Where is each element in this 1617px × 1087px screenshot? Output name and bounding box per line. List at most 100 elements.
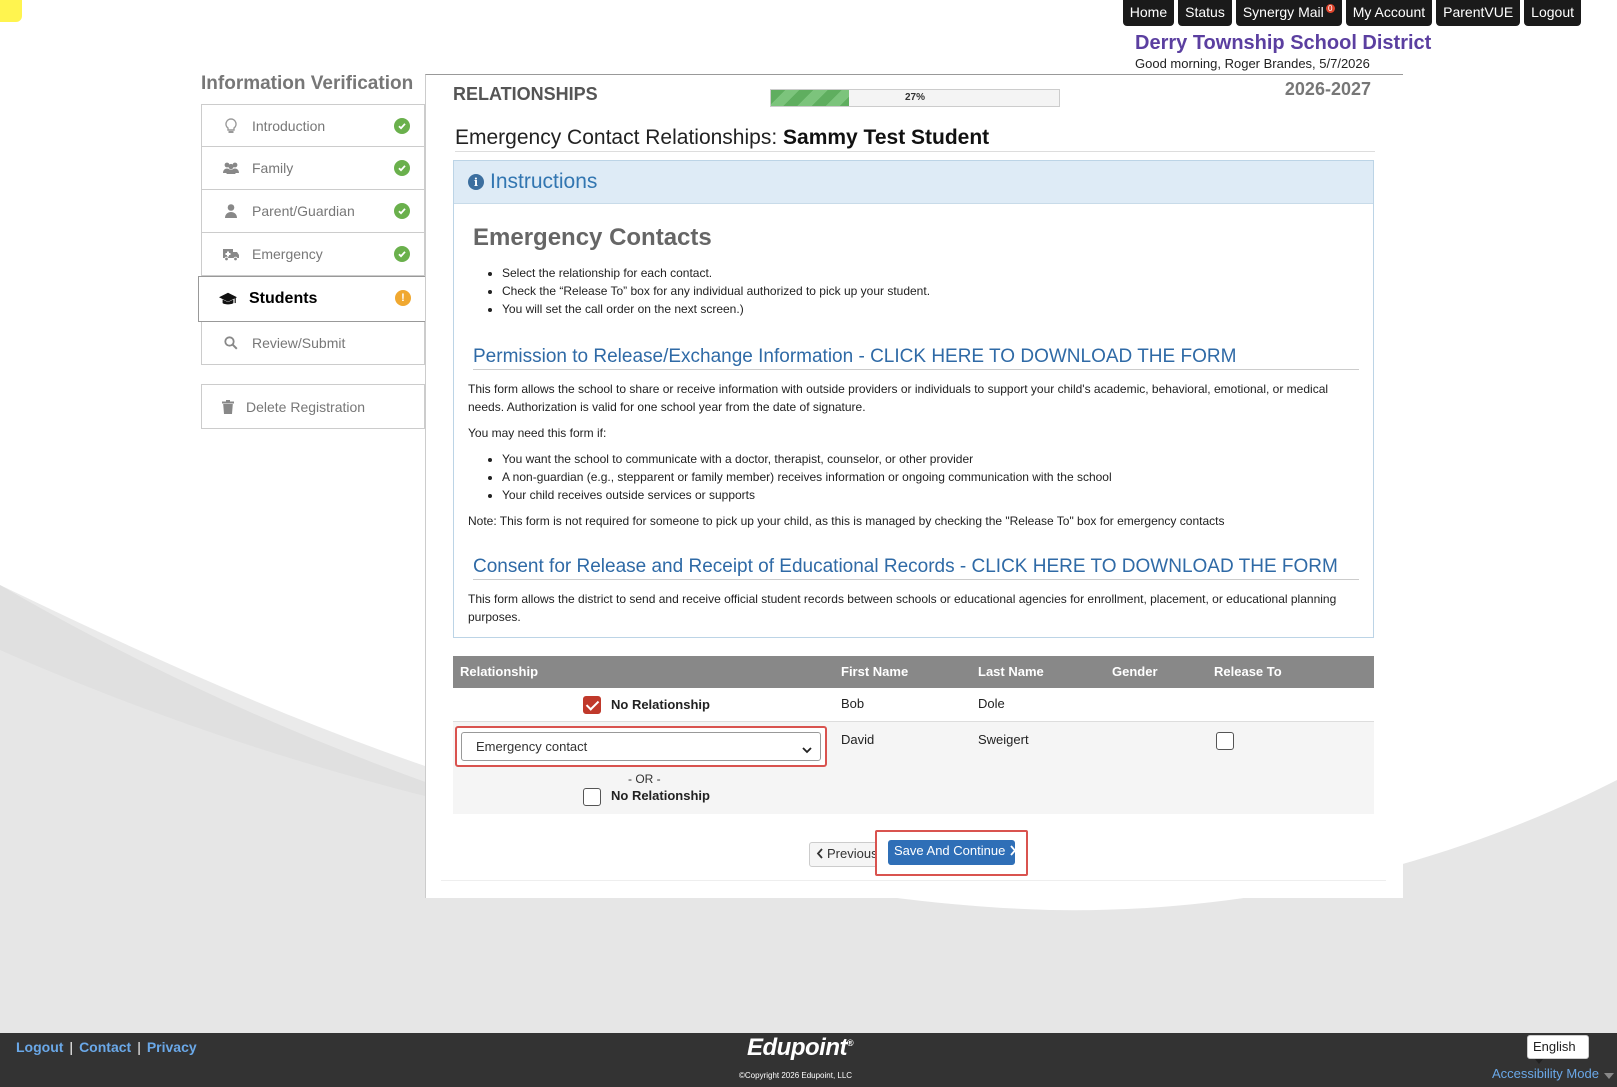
previous-button-label: Previous bbox=[827, 846, 878, 861]
sidebar-item-introduction[interactable]: Introduction bbox=[201, 104, 425, 147]
no-relationship-checkbox[interactable] bbox=[583, 696, 601, 714]
save-and-continue-button[interactable]: Save And Continue bbox=[888, 840, 1017, 865]
warning-icon: ! bbox=[395, 290, 411, 306]
sidebar-item-family[interactable]: Family bbox=[201, 147, 425, 190]
instructions-header-label: Instructions bbox=[490, 170, 598, 193]
column-header-release-to: Release To bbox=[1214, 664, 1282, 679]
ambulance-icon bbox=[222, 245, 240, 263]
list-item: You want the school to communicate with … bbox=[502, 450, 1359, 468]
edupoint-logo: Edupoint® bbox=[747, 1034, 854, 1062]
previous-button[interactable]: Previous bbox=[809, 842, 885, 867]
language-select[interactable]: English bbox=[1527, 1035, 1589, 1064]
table-row: No Relationship Bob Dole bbox=[453, 688, 1374, 722]
nav-parentvue-button[interactable]: ParentVUE bbox=[1436, 0, 1521, 26]
first-name-cell: Bob bbox=[841, 696, 865, 711]
nav-my-account-button[interactable]: My Account bbox=[1345, 0, 1433, 26]
chevron-left-icon bbox=[816, 848, 823, 859]
progress-label: 27% bbox=[904, 92, 925, 103]
save-button-highlight: Save And Continue bbox=[875, 830, 1028, 876]
caret-down-icon bbox=[1535, 1059, 1543, 1064]
relationship-select-highlight: Emergency contact bbox=[455, 726, 827, 767]
sidebar-item-label: Emergency bbox=[252, 246, 323, 262]
footer-logout-link[interactable]: Logout bbox=[16, 1039, 63, 1055]
emergency-contacts-title: Emergency Contacts bbox=[473, 224, 712, 251]
delete-registration-label: Delete Registration bbox=[246, 398, 366, 415]
no-relationship-label: No Relationship bbox=[611, 788, 710, 803]
column-header-first-name: First Name bbox=[841, 664, 909, 679]
list-item: Select the relationship for each contact… bbox=[502, 264, 1359, 282]
sidebar-item-label: Students bbox=[249, 290, 318, 307]
or-separator: - OR - bbox=[628, 772, 661, 786]
delete-registration-button[interactable]: Delete Registration bbox=[201, 384, 425, 429]
chevron-right-icon bbox=[1010, 845, 1017, 856]
sidebar-item-students[interactable]: Students ! bbox=[198, 276, 425, 322]
sidebar-item-label: Parent/Guardian bbox=[252, 203, 355, 219]
need-intro: You may need this form if: bbox=[468, 426, 607, 440]
note-text: Note: This form is not required for some… bbox=[468, 514, 1225, 528]
footer-contact-link[interactable]: Contact bbox=[79, 1039, 131, 1055]
nav-logout-button[interactable]: Logout bbox=[1524, 0, 1581, 26]
sidebar-item-review-submit[interactable]: Review/Submit bbox=[201, 322, 425, 365]
column-header-last-name: Last Name bbox=[978, 664, 1044, 679]
no-relationship-label: No Relationship bbox=[611, 697, 710, 712]
nav-home-button[interactable]: Home bbox=[1122, 0, 1175, 26]
instructions-header[interactable]: i Instructions bbox=[454, 161, 1373, 204]
page-title-prefix: Emergency Contact Relationships: bbox=[455, 126, 778, 149]
progress-bar: 27% bbox=[770, 89, 1060, 107]
student-name: Sammy Test Student bbox=[783, 126, 990, 149]
trash-icon bbox=[222, 399, 234, 414]
check-icon bbox=[394, 118, 410, 134]
brand-mark: ® bbox=[846, 1038, 854, 1048]
top-nav: Home Status Synergy Mail 0 My Account Par… bbox=[1122, 0, 1581, 26]
sidebar-item-label: Introduction bbox=[252, 117, 326, 134]
instructions-body: Emergency Contacts Select the relationsh… bbox=[454, 224, 1373, 626]
sidebar-item-label: Family bbox=[252, 160, 294, 176]
scroll-down-arrow[interactable] bbox=[1604, 1073, 1614, 1079]
nav-synergy-mail-button[interactable]: Synergy Mail 0 bbox=[1235, 0, 1342, 26]
page-title: Emergency Contact Relationships: Sammy T… bbox=[455, 126, 1375, 152]
permission-form-link[interactable]: Permission to Release/Exchange Informati… bbox=[473, 346, 1359, 370]
check-icon bbox=[394, 203, 410, 219]
sidebar-item-parent-guardian[interactable]: Parent/Guardian bbox=[201, 190, 425, 233]
release-to-checkbox[interactable] bbox=[1216, 732, 1234, 750]
relationship-select[interactable]: Emergency contact bbox=[461, 732, 821, 761]
sidebar-title: Information Verification bbox=[201, 73, 414, 94]
permission-text: This form allows the school to share or … bbox=[468, 382, 1329, 414]
relationships-table: Relationship First Name Last Name Gender… bbox=[453, 656, 1374, 814]
save-and-continue-label: Save And Continue bbox=[894, 843, 1006, 858]
last-name-cell: Sweigert bbox=[978, 732, 1029, 747]
corner-marker bbox=[0, 0, 22, 22]
list-item: Check the “Release To” box for any indiv… bbox=[502, 282, 1359, 300]
consent-form-link[interactable]: Consent for Release and Receipt of Educa… bbox=[473, 556, 1359, 580]
user-icon bbox=[222, 202, 240, 220]
footer-privacy-link[interactable]: Privacy bbox=[147, 1039, 197, 1055]
no-relationship-checkbox[interactable] bbox=[583, 788, 601, 806]
column-header-relationship: Relationship bbox=[460, 664, 539, 679]
lightbulb-icon bbox=[222, 117, 240, 135]
table-header: Relationship First Name Last Name Gender… bbox=[453, 656, 1374, 688]
accessibility-mode-link[interactable]: Accessibility Mode bbox=[1492, 1066, 1599, 1081]
greeting-text: Good morning, Roger Brandes, 5/7/2026 bbox=[1135, 56, 1370, 71]
instructions-panel: i Instructions Emergency Contacts Select… bbox=[453, 160, 1374, 638]
list-item: A non-guardian (e.g., stepparent or fami… bbox=[502, 468, 1359, 486]
mail-count-badge: 0 bbox=[1325, 4, 1335, 13]
search-icon bbox=[222, 334, 240, 352]
language-select-value: English bbox=[1533, 1039, 1576, 1054]
sidebar-item-emergency[interactable]: Emergency bbox=[201, 233, 425, 276]
list-item: Your child receives outside services or … bbox=[502, 486, 1359, 504]
last-name-cell: Dole bbox=[978, 696, 1005, 711]
nav-status-button[interactable]: Status bbox=[1178, 0, 1232, 26]
list-item: You will set the call order on the next … bbox=[502, 300, 1359, 318]
consent-text: This form allows the district to send an… bbox=[468, 592, 1337, 624]
sidebar-item-label: Review/Submit bbox=[252, 335, 346, 351]
main-panel: RELATIONSHIPS 27% 2026-2027 Emergency Co… bbox=[425, 74, 1403, 898]
need-list: You want the school to communicate with … bbox=[502, 450, 1359, 504]
copyright-text: ©Copyright 2026 Edupoint, LLC bbox=[739, 1071, 853, 1080]
sidebar-steps: Introduction Family Parent/Guardian Emer… bbox=[198, 104, 425, 365]
first-name-cell: David bbox=[841, 732, 875, 747]
nav-synergy-mail-label: Synergy Mail bbox=[1242, 4, 1324, 20]
info-icon: i bbox=[468, 174, 484, 190]
section-title: RELATIONSHIPS bbox=[453, 84, 598, 104]
district-name: Derry Township School District bbox=[1135, 32, 1432, 54]
check-icon bbox=[394, 160, 410, 176]
